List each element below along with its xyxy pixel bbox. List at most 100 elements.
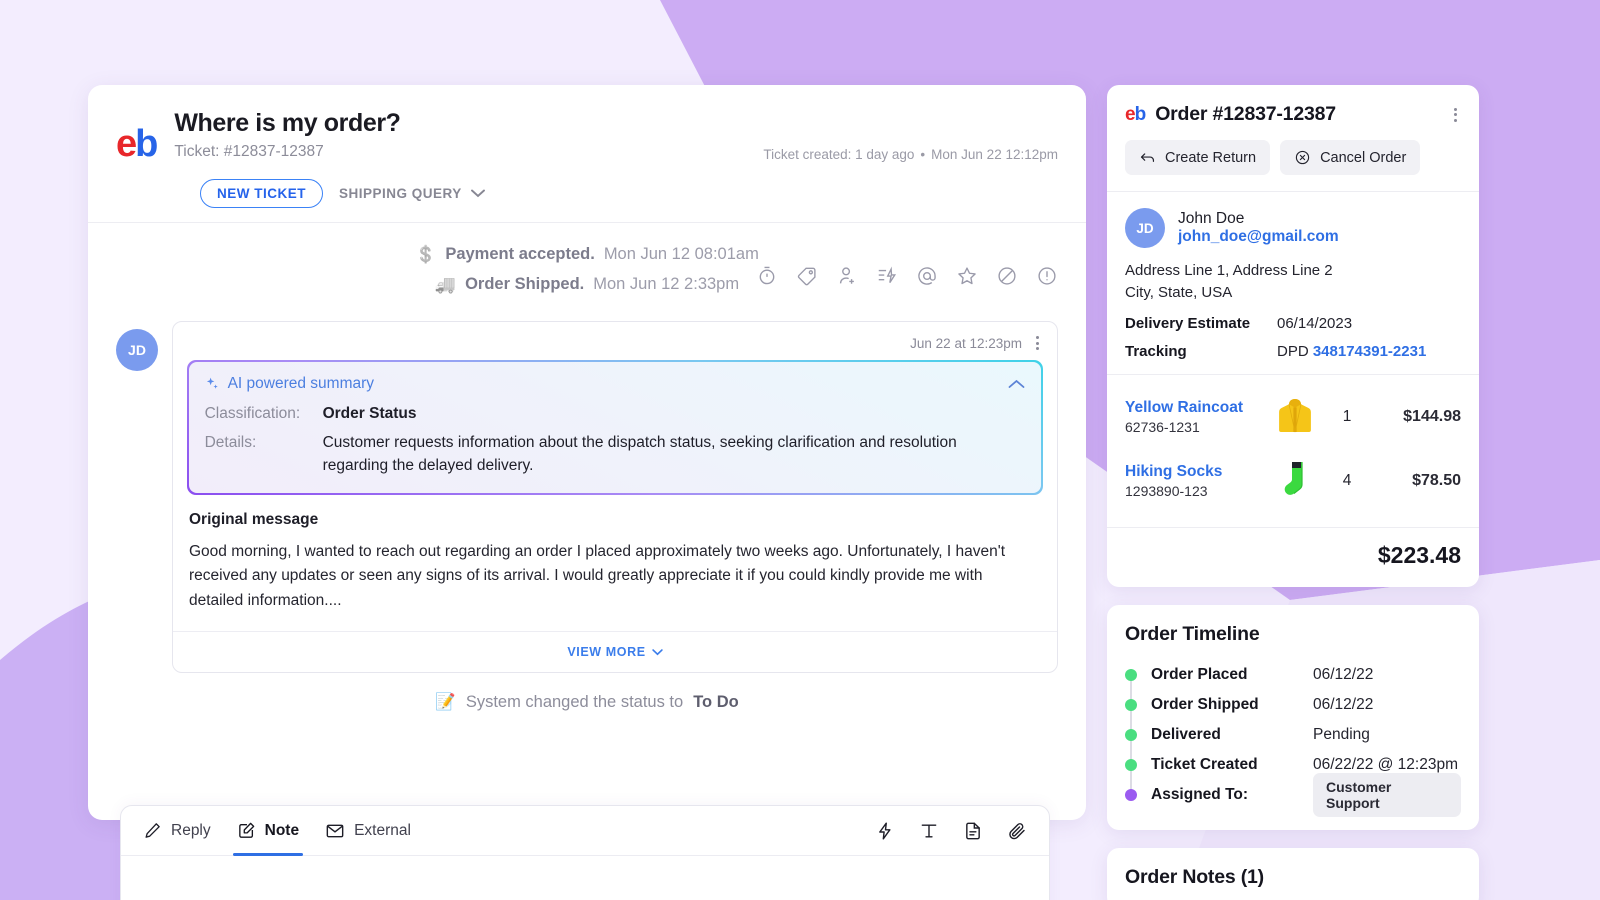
assignee-badge[interactable]: Customer Support <box>1313 772 1461 817</box>
event-time: Mon Jun 12 08:01am <box>603 245 759 263</box>
timeline-dot <box>1125 788 1137 801</box>
ticket-created-date: Mon Jun 22 12:12pm <box>931 147 1058 162</box>
chevron-down-icon <box>651 649 663 656</box>
order-number: Order #12837-12387 <box>1155 103 1336 125</box>
document-icon[interactable] <box>963 821 983 841</box>
ai-classification-row: Classification: Order Status <box>205 402 1026 425</box>
pencil-icon <box>145 823 160 838</box>
customer-name: John Doe <box>1178 210 1245 227</box>
text-format-icon[interactable] <box>919 821 939 841</box>
status-change-text: System changed the status to <box>465 693 684 712</box>
return-arrow-icon <box>1140 153 1155 162</box>
timeline-label: Ticket Created <box>1151 755 1258 773</box>
quick-action-icon[interactable] <box>874 263 900 289</box>
timer-icon[interactable] <box>754 263 780 289</box>
address-line-2: City, State, USA <box>1125 283 1233 301</box>
chevron-down-icon <box>470 189 485 198</box>
create-return-button[interactable]: Create Return <box>1125 140 1271 175</box>
order-total: $223.48 <box>1377 541 1461 568</box>
ebay-logo-icon: eb <box>116 109 158 165</box>
ticket-card: eb Where is my order? Ticket: #12837-123… <box>88 85 1086 820</box>
item-price: $78.50 <box>1412 471 1461 489</box>
order-notes-card: Order Notes (1) <box>1107 847 1479 900</box>
status-change-value: To Do <box>693 693 739 712</box>
message-card: Jun 22 at 12:23pm AI powered summary Cla… <box>172 321 1058 674</box>
status-note-icon: 📝 <box>435 693 456 712</box>
block-icon[interactable] <box>994 263 1020 289</box>
customer-address: Address Line 1, Address Line 2 City, Sta… <box>1125 260 1461 304</box>
add-user-icon[interactable] <box>834 263 860 289</box>
order-details-card: eb Order #12837-12387 Create Return Canc… <box>1107 85 1479 587</box>
alert-icon[interactable] <box>1034 263 1060 289</box>
timeline-item: Order Shipped 06/12/22 <box>1125 690 1461 720</box>
ticket-tags-row: NEW TICKET SHIPPING QUERY <box>116 179 1058 208</box>
message-header: Jun 22 at 12:23pm <box>173 322 1057 358</box>
tab-note-label: Note <box>264 821 300 839</box>
sparkle-icon <box>206 377 218 389</box>
ai-classification-value: Order Status <box>322 404 417 422</box>
note-icon <box>238 822 254 838</box>
tag-icon[interactable] <box>794 263 820 289</box>
item-price: $144.98 <box>1403 407 1461 425</box>
item-quantity: 4 <box>1342 471 1352 489</box>
ai-classification-label: Classification: <box>204 404 301 422</box>
cancel-order-button[interactable]: Cancel Order <box>1280 140 1421 175</box>
event-title: Payment accepted. <box>445 245 595 263</box>
timeline-item: Delivered Pending <box>1125 720 1461 750</box>
category-dropdown[interactable]: SHIPPING QUERY <box>339 186 485 201</box>
conversation-feed: 💲 Payment accepted. Mon Jun 12 08:01am 🚚… <box>88 223 1086 820</box>
status-change-event: 📝 System changed the status to To Do <box>116 693 1058 712</box>
timeline-label: Order Placed <box>1151 665 1248 683</box>
event-title: Order Shipped. <box>465 275 585 293</box>
event-time: Mon Jun 12 2:33pm <box>593 275 740 293</box>
order-menu-icon[interactable] <box>1450 106 1461 124</box>
page-title: Where is my order? <box>174 109 401 137</box>
view-more-button[interactable]: VIEW MORE <box>173 631 1057 672</box>
tab-reply[interactable]: Reply <box>143 806 211 855</box>
avatar: JD <box>1125 208 1165 248</box>
lightning-icon[interactable] <box>875 821 895 841</box>
payment-icon: 💲 <box>415 245 437 264</box>
tab-note[interactable]: Note <box>232 806 304 856</box>
tab-reply-label: Reply <box>171 821 211 839</box>
ai-details-label: Details: <box>204 433 257 451</box>
tab-external[interactable]: External <box>325 806 411 855</box>
status-badge[interactable]: NEW TICKET <box>200 179 323 208</box>
timeline-dot <box>1125 728 1137 741</box>
tracking-carrier: DPD <box>1277 342 1309 360</box>
composer-toolbar: Reply Note External <box>121 806 1049 856</box>
star-icon[interactable] <box>954 263 980 289</box>
ticket-header: eb Where is my order? Ticket: #12837-123… <box>88 85 1086 286</box>
timeline-item: Order Placed 06/12/22 <box>1125 660 1461 690</box>
envelope-icon <box>326 824 344 837</box>
customer-email-link[interactable]: john_doe@gmail.com <box>1178 228 1339 246</box>
system-event: 💲 Payment accepted. Mon Jun 12 08:01am <box>116 245 1058 264</box>
mention-icon[interactable] <box>914 263 940 289</box>
order-item-row: Yellow Raincoat 62736-1231 1 $144.98 <box>1125 385 1461 449</box>
collapse-chevron-up-icon[interactable] <box>1008 379 1025 389</box>
create-return-label: Create Return <box>1165 149 1257 166</box>
logo-letter-b: b <box>135 123 158 165</box>
tracking-number-link[interactable]: 348174391-2231 <box>1313 343 1426 360</box>
delivery-estimate-label: Delivery Estimate <box>1125 314 1251 332</box>
composer-textarea[interactable] <box>121 856 1049 900</box>
customer-section: JD John Doe john_doe@gmail.com Address L… <box>1107 192 1479 375</box>
logo-letter-b: b <box>1134 104 1147 125</box>
item-name-link[interactable]: Hiking Socks <box>1125 463 1265 481</box>
logo-letter-e: e <box>1125 104 1136 125</box>
ai-details-row: Details: Customer requests information a… <box>205 431 1026 478</box>
ai-summary-panel: AI powered summary Classification: Order… <box>187 360 1043 495</box>
timeline-value: Pending <box>1313 725 1370 743</box>
item-name-link[interactable]: Yellow Raincoat <box>1125 399 1265 417</box>
cancel-order-label: Cancel Order <box>1320 149 1407 166</box>
timeline-label: Delivered <box>1151 725 1221 743</box>
message-menu-icon[interactable] <box>1032 334 1043 352</box>
timeline-value: 06/22/22 @ 12:23pm <box>1313 755 1459 773</box>
original-message-body: Good morning, I wanted to reach out rega… <box>189 542 1006 609</box>
delivery-estimate-value: 06/14/2023 <box>1277 314 1353 332</box>
timeline-value: 06/12/22 <box>1313 665 1374 683</box>
attachment-icon[interactable] <box>1007 821 1027 841</box>
original-message-section: Original message Good morning, I wanted … <box>173 495 1057 631</box>
cancel-circle-icon <box>1295 150 1310 165</box>
app-root: eb Where is my order? Ticket: #12837-123… <box>0 0 1600 900</box>
